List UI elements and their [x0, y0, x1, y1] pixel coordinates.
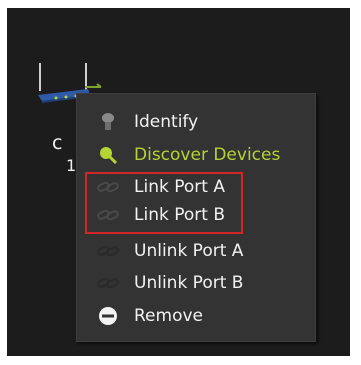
- chain-link-icon: [97, 273, 119, 293]
- menu-item-label: Unlink Port B: [134, 273, 244, 293]
- menu-item-discover-devices[interactable]: Discover Devices: [77, 141, 315, 169]
- menu-item-remove[interactable]: Remove: [77, 302, 315, 330]
- menu-item-label: Remove: [134, 306, 203, 326]
- minus-circle-icon: [97, 306, 119, 326]
- magnifier-icon: [97, 145, 119, 165]
- node-sublabel: 1: [66, 156, 77, 175]
- node-label: c: [52, 132, 63, 154]
- identify-icon: [97, 112, 119, 132]
- menu-item-unlink-port-b[interactable]: Unlink Port B: [77, 269, 315, 297]
- menu-item-label: Unlink Port A: [134, 241, 244, 261]
- port-connector-icon: [85, 83, 102, 88]
- menu-item-unlink-port-a[interactable]: Unlink Port A: [77, 237, 315, 265]
- highlight-box: [85, 172, 243, 234]
- menu-item-identify[interactable]: Identify: [77, 108, 315, 136]
- menu-item-label: Discover Devices: [134, 145, 281, 165]
- menu-item-label: Identify: [134, 112, 199, 132]
- chain-link-icon: [97, 241, 119, 261]
